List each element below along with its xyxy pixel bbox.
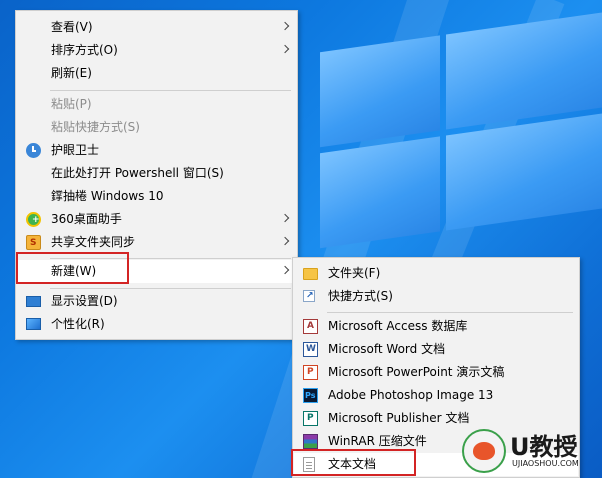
menu-item-paste-shortcut[interactable]: 粘贴快捷方式(S): [17, 116, 296, 139]
watermark-text: U教授: [510, 433, 578, 461]
menu-item-label: Microsoft Word 文档: [328, 342, 446, 356]
360-icon: +: [26, 212, 41, 227]
menu-item-label: WinRAR 压缩文件: [328, 434, 427, 448]
menu-item-eye-guard[interactable]: 护眼卫士: [17, 139, 296, 162]
menu-item-label: 刷新(E): [51, 66, 92, 80]
chevron-right-icon: [280, 213, 290, 223]
display-icon: [26, 296, 41, 307]
highlight-box-text-document: [291, 449, 416, 476]
menu-item-sort-by[interactable]: 排序方式(O): [17, 39, 296, 62]
watermark-logo: U教授 UJIAOSHOU.COM: [462, 425, 597, 477]
chevron-right-icon: [280, 44, 290, 54]
new-item-folder[interactable]: 文件夹(F): [294, 262, 578, 285]
menu-item-label: 个性化(R): [51, 317, 105, 331]
menu-item-label: 粘贴快捷方式(S): [51, 120, 140, 134]
menu-item-label: 快捷方式(S): [328, 289, 393, 303]
menu-separator: [50, 288, 291, 289]
powerpoint-icon: P: [303, 365, 318, 380]
menu-item-label: 显示设置(D): [51, 294, 118, 308]
menu-item-label: Microsoft Publisher 文档: [328, 411, 470, 425]
publisher-icon: P: [303, 411, 318, 426]
word-icon: W: [303, 342, 318, 357]
watermark-url: UJIAOSHOU.COM: [512, 459, 579, 468]
photoshop-icon: Ps: [303, 388, 318, 403]
menu-separator: [327, 312, 573, 313]
menu-item-personalize[interactable]: 个性化(R): [17, 313, 296, 336]
personalize-icon: [26, 318, 41, 330]
menu-item-open-powershell[interactable]: 在此处打开 Powershell 窗口(S): [17, 162, 296, 185]
desktop-context-menu: 查看(V) 排序方式(O) 刷新(E) 粘贴(P) 粘贴快捷方式(S) 护眼卫士…: [15, 10, 298, 340]
menu-item-label: 文件夹(F): [328, 266, 381, 280]
folder-icon: [303, 268, 318, 280]
chevron-right-icon: [280, 236, 290, 246]
menu-item-windows10[interactable]: 鐣抽棬 Windows 10: [17, 185, 296, 208]
access-icon: A: [303, 319, 318, 334]
new-item-access-database[interactable]: A Microsoft Access 数据库: [294, 315, 578, 338]
menu-item-label: 查看(V): [51, 20, 93, 34]
shortcut-icon: ↗: [303, 290, 315, 302]
menu-item-label: 共享文件夹同步: [51, 235, 136, 249]
chevron-right-icon: [280, 21, 290, 31]
menu-item-refresh[interactable]: 刷新(E): [17, 62, 296, 85]
menu-item-label: 粘贴(P): [51, 97, 92, 111]
menu-item-label: 360桌面助手: [51, 212, 122, 226]
menu-item-paste[interactable]: 粘贴(P): [17, 93, 296, 116]
windows-logo: [300, 0, 602, 260]
new-item-word-document[interactable]: W Microsoft Word 文档: [294, 338, 578, 361]
clock-icon: [26, 143, 41, 158]
menu-item-display-settings[interactable]: 显示设置(D): [17, 290, 296, 313]
menu-item-label: Adobe Photoshop Image 13: [328, 388, 494, 402]
new-item-powerpoint-presentation[interactable]: P Microsoft PowerPoint 演示文稿: [294, 361, 578, 384]
menu-item-view[interactable]: 查看(V): [17, 16, 296, 39]
fox-icon: [462, 429, 506, 473]
new-item-shortcut[interactable]: ↗ 快捷方式(S): [294, 285, 578, 308]
sync-folder-icon: S: [26, 235, 41, 250]
menu-item-label: 鐣抽棬 Windows 10: [51, 189, 164, 203]
menu-item-label: Microsoft Access 数据库: [328, 319, 468, 333]
menu-item-label: 排序方式(O): [51, 43, 118, 57]
highlight-box-new: [16, 252, 129, 284]
menu-separator: [50, 90, 291, 91]
chevron-right-icon: [280, 265, 290, 275]
menu-item-360-desktop[interactable]: + 360桌面助手: [17, 208, 296, 231]
menu-item-label: Microsoft PowerPoint 演示文稿: [328, 365, 505, 379]
new-item-photoshop-image[interactable]: Ps Adobe Photoshop Image 13: [294, 384, 578, 407]
menu-item-shared-folder-sync[interactable]: S 共享文件夹同步: [17, 231, 296, 254]
menu-item-label: 护眼卫士: [51, 143, 100, 157]
winrar-icon: [303, 434, 318, 449]
menu-item-label: 在此处打开 Powershell 窗口(S): [51, 166, 224, 180]
